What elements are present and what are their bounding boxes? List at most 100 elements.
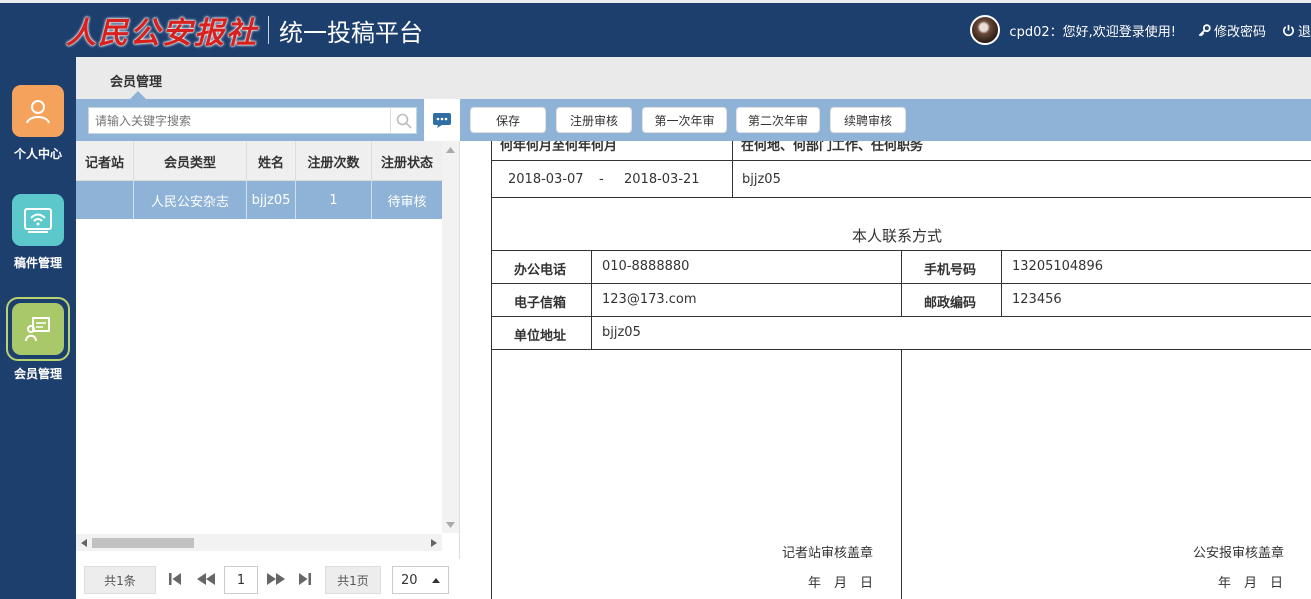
form-divider [732, 141, 733, 197]
avatar[interactable] [970, 15, 1001, 45]
office-phone-label: 办公电话 [514, 263, 567, 278]
cell-member-type: 人民公安杂志 [134, 181, 247, 219]
member-board-icon [12, 303, 64, 355]
total-pages: 共1页 [325, 566, 381, 594]
table-row[interactable]: 人民公安杂志 bjjz05 1 待审核 [76, 181, 442, 219]
station-stamp-label: 记者站审核盖章 [782, 546, 874, 561]
second-annual-review-button[interactable]: 第二次年审 [736, 107, 820, 133]
nav-item-members[interactable]: 会员管理 [0, 297, 76, 382]
search-box [88, 107, 417, 134]
chevron-up-icon [432, 578, 440, 583]
renew-review-button[interactable]: 续聘审核 [830, 107, 906, 133]
platform-title: 统一投稿平台 [279, 18, 423, 47]
scroll-up-icon[interactable] [446, 147, 455, 153]
vertical-scrollbar[interactable] [442, 141, 459, 533]
pagination: 共1条 1 共1页 20 [76, 559, 460, 599]
postcode-value: 123456 [1012, 292, 1062, 307]
next-page-icon[interactable] [266, 572, 286, 586]
logo: 人民公安报社 [66, 16, 258, 51]
previous-page-icon[interactable] [196, 572, 216, 586]
nav-item-manuscripts[interactable]: 稿件管理 [0, 194, 76, 271]
save-button[interactable]: 保存 [470, 107, 546, 133]
period-end: 2018-03-21 [624, 172, 700, 187]
nav-item-personal-center[interactable]: 个人中心 [0, 85, 76, 162]
cell-station [76, 181, 134, 219]
member-form: 何年何月至何年何月 在何地、何部门工作、任何职务 2018-03-07 - 20… [460, 141, 1311, 599]
message-button[interactable] [424, 99, 460, 141]
mobile-label: 手机号码 [924, 263, 977, 278]
address-label: 单位地址 [514, 329, 567, 344]
page-size-select[interactable]: 20 [392, 566, 449, 594]
position-column-header: 在何地、何部门工作、任何职务 [741, 141, 924, 154]
person-icon [12, 85, 64, 137]
tab-member-management[interactable]: 会员管理 [110, 71, 162, 90]
module-header: 会员管理 [76, 57, 1311, 99]
period-column-header: 何年何月至何年何月 [500, 141, 618, 154]
cell-register-count: 1 [296, 181, 372, 219]
scroll-left-icon[interactable] [81, 539, 87, 547]
period-start: 2018-03-07 [508, 172, 584, 187]
office-phone-value: 010-8888880 [602, 259, 690, 274]
cell-name: bjjz05 [247, 181, 296, 219]
logo-area: 人民公安报社 统一投稿平台 [66, 7, 423, 53]
logout-link[interactable]: 退 [1282, 21, 1311, 40]
email-label: 电子信箱 [514, 296, 567, 311]
column-header-register-status[interactable]: 注册状态 [372, 141, 442, 181]
nav-label: 个人中心 [13, 147, 62, 161]
active-tab-indicator [130, 91, 146, 99]
chat-icon [433, 113, 451, 128]
register-review-button[interactable]: 注册审核 [556, 107, 632, 133]
page-size-value: 20 [401, 572, 418, 588]
cell-register-status: 待审核 [387, 194, 427, 210]
form-divider [591, 250, 592, 349]
search-button[interactable] [390, 108, 416, 133]
form-divider [901, 250, 902, 316]
logo-divider [268, 16, 269, 44]
newspaper-stamp-date: 年 月 日 [1218, 576, 1284, 591]
table-header: 记者站 会员类型 姓名 注册次数 注册状态 [76, 141, 442, 181]
work-place: bjjz05 [742, 172, 781, 187]
power-icon [1283, 24, 1294, 36]
horizontal-scrollbar[interactable] [76, 534, 442, 551]
scroll-right-icon[interactable] [431, 539, 437, 547]
top-bar: 人民公安报社 统一投稿平台 cpd02：您好,欢迎登录使用! 修改密码 退 [0, 0, 1311, 57]
horizontal-scroll-thumb[interactable] [92, 538, 194, 548]
user-area: cpd02：您好,欢迎登录使用! 修改密码 退 [970, 7, 1311, 53]
active-ring [6, 297, 70, 361]
key-icon [1198, 23, 1211, 36]
column-header-member-type[interactable]: 会员类型 [134, 141, 247, 181]
first-annual-review-button[interactable]: 第一次年审 [642, 107, 727, 133]
form-divider [1001, 250, 1002, 316]
first-page-icon[interactable] [168, 572, 182, 586]
mobile-value: 13205104896 [1012, 259, 1103, 274]
period-dash: - [599, 172, 604, 187]
search-input[interactable] [89, 108, 389, 133]
address-value: bjjz05 [602, 325, 641, 340]
form-border-left [491, 141, 492, 599]
current-page-input[interactable]: 1 [224, 566, 258, 594]
scroll-down-icon[interactable] [446, 522, 455, 528]
toolbar-band: 保存 注册审核 第一次年审 第二次年审 续聘审核 [76, 99, 1311, 141]
form-divider [491, 197, 1311, 198]
member-list-pane: 记者站 会员类型 姓名 注册次数 注册状态 人民公安杂志 bjjz05 1 待审… [76, 141, 460, 599]
search-icon [396, 113, 412, 129]
user-greeting: cpd02：您好,欢迎登录使用! [1009, 24, 1176, 40]
nav-label: 会员管理 [13, 367, 62, 381]
left-nav: 个人中心 稿件管理 会员管理 [0, 57, 76, 599]
column-header-register-count[interactable]: 注册次数 [296, 141, 372, 181]
newspaper-stamp-label: 公安报审核盖章 [1193, 546, 1285, 561]
postcode-label: 邮政编码 [924, 296, 977, 311]
total-records: 共1条 [84, 566, 156, 594]
form-divider [491, 316, 1311, 317]
form-divider [901, 349, 902, 599]
column-header-name[interactable]: 姓名 [247, 141, 296, 181]
station-stamp-date: 年 月 日 [808, 576, 874, 591]
last-page-icon[interactable] [298, 572, 312, 586]
wifi-screen-icon [12, 194, 64, 246]
form-divider [491, 160, 1311, 161]
email-value: 123@173.com [602, 292, 697, 307]
column-header-station[interactable]: 记者站 [76, 141, 134, 181]
nav-label: 稿件管理 [13, 256, 62, 270]
change-password-link[interactable]: 修改密码 [1198, 21, 1266, 40]
contact-section-title: 本人联系方式 [852, 227, 943, 245]
